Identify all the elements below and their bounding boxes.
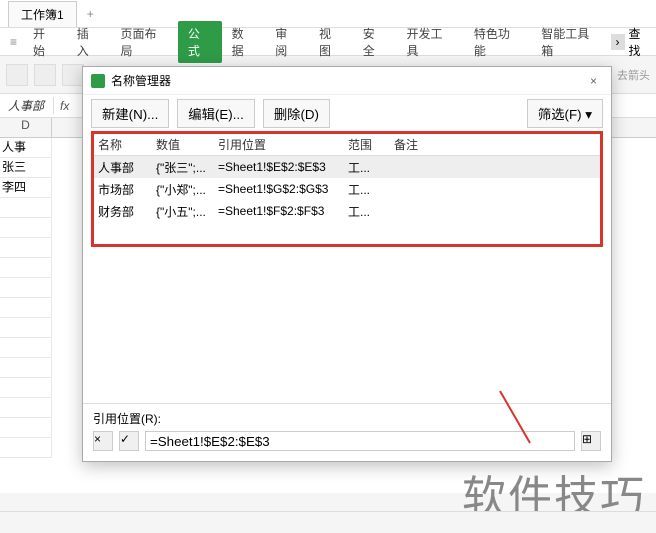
col-scope[interactable]: 范围 <box>348 136 394 153</box>
cell-ref: =Sheet1!$G$2:$G$3 <box>218 182 348 196</box>
edit-button[interactable]: 编辑(E)... <box>177 99 255 128</box>
cell-value: {"张三";... <box>156 159 218 176</box>
cell[interactable] <box>0 278 52 298</box>
tool-icon[interactable] <box>62 64 84 86</box>
ribbon-tab-view[interactable]: 视图 <box>309 21 353 63</box>
name-box[interactable]: 人事部 <box>4 97 54 114</box>
ref-cancel-button[interactable]: × <box>93 431 113 451</box>
cell[interactable] <box>0 298 52 318</box>
col-name[interactable]: 名称 <box>98 136 156 153</box>
tool-icon[interactable] <box>6 64 28 86</box>
faded-label: 去箭头 <box>617 67 650 83</box>
table-row[interactable]: 市场部 {"小郑";... =Sheet1!$G$2:$G$3 工... <box>94 178 600 200</box>
cell[interactable] <box>0 378 52 398</box>
cell[interactable] <box>0 358 52 378</box>
fx-icon[interactable]: fx <box>60 99 69 113</box>
cell-scope: 工... <box>348 159 394 176</box>
cell-ref: =Sheet1!$F$2:$F$3 <box>218 204 348 218</box>
names-table-highlight: 名称 数值 引用位置 范围 备注 人事部 {"张三";... =Sheet1!$… <box>91 131 603 247</box>
cell-scope: 工... <box>348 181 394 198</box>
ribbon-tab-data[interactable]: 数据 <box>222 21 266 63</box>
status-bar <box>0 511 656 533</box>
ref-confirm-button[interactable]: ✓ <box>119 431 139 451</box>
table-row[interactable]: 财务部 {"小五";... =Sheet1!$F$2:$F$3 工... <box>94 200 600 222</box>
cell-name: 财务部 <box>98 203 156 220</box>
reference-section: 引用位置(R): × ✓ ⊞ <box>83 403 611 461</box>
cell[interactable] <box>0 238 52 258</box>
ribbon-tab-pagelayout[interactable]: 页面布局 <box>110 21 177 63</box>
name-manager-dialog: 名称管理器 × 新建(N)... 编辑(E)... 删除(D) 筛选(F) ▾ … <box>82 66 612 462</box>
col-note[interactable]: 备注 <box>394 136 444 153</box>
ribbon-tab-insert[interactable]: 插入 <box>67 21 111 63</box>
close-icon[interactable]: × <box>584 72 603 90</box>
cell-scope: 工... <box>348 203 394 220</box>
delete-button[interactable]: 删除(D) <box>263 99 330 128</box>
cell[interactable]: 人事 <box>0 138 52 158</box>
cell-value: {"小五";... <box>156 203 218 220</box>
cell-name: 人事部 <box>98 159 156 176</box>
table-header: 名称 数值 引用位置 范围 备注 <box>94 134 600 156</box>
cell[interactable] <box>0 198 52 218</box>
ribbon-tab-formula[interactable]: 公式 <box>178 21 222 63</box>
dialog-toolbar: 新建(N)... 编辑(E)... 删除(D) 筛选(F) ▾ <box>83 95 611 131</box>
cell[interactable]: 张三 <box>0 158 52 178</box>
col-value[interactable]: 数值 <box>156 136 218 153</box>
ribbon: ≡ 开始 插入 页面布局 公式 数据 审阅 视图 安全 开发工具 特色功能 智能… <box>0 28 656 56</box>
cell-ref: =Sheet1!$E$2:$E$3 <box>218 160 348 174</box>
app-icon <box>91 74 105 88</box>
range-picker-icon[interactable]: ⊞ <box>581 431 601 451</box>
cell[interactable] <box>0 258 52 278</box>
column-header[interactable]: D <box>0 118 52 137</box>
filter-button[interactable]: 筛选(F) ▾ <box>527 99 603 128</box>
cell-value: {"小郑";... <box>156 181 218 198</box>
ribbon-tab-home[interactable]: 开始 <box>23 21 67 63</box>
cell[interactable] <box>0 398 52 418</box>
table-row[interactable]: 人事部 {"张三";... =Sheet1!$E$2:$E$3 工... <box>94 156 600 178</box>
tool-icon[interactable] <box>34 64 56 86</box>
ribbon-tab-features[interactable]: 特色功能 <box>464 21 531 63</box>
cell[interactable] <box>0 218 52 238</box>
ribbon-tab-review[interactable]: 审阅 <box>265 21 309 63</box>
cell[interactable]: 李四 <box>0 178 52 198</box>
menu-icon[interactable]: ≡ <box>4 31 23 53</box>
cell[interactable] <box>0 338 52 358</box>
dialog-title: 名称管理器 <box>111 72 171 89</box>
col-ref[interactable]: 引用位置 <box>218 136 348 153</box>
reference-input[interactable] <box>145 431 575 451</box>
cell-name: 市场部 <box>98 181 156 198</box>
dialog-titlebar[interactable]: 名称管理器 × <box>83 67 611 95</box>
cell[interactable] <box>0 318 52 338</box>
ribbon-tab-devtools[interactable]: 开发工具 <box>396 21 463 63</box>
chevron-right-icon[interactable]: › <box>611 34 625 50</box>
ribbon-tab-security[interactable]: 安全 <box>353 21 397 63</box>
ribbon-tab-smartbox[interactable]: 智能工具箱 <box>531 21 610 63</box>
dialog-body <box>83 247 611 403</box>
search-label[interactable]: 查找 <box>629 25 652 59</box>
reference-label: 引用位置(R): <box>93 410 601 427</box>
cell[interactable] <box>0 418 52 438</box>
new-button[interactable]: 新建(N)... <box>91 99 169 128</box>
cell[interactable] <box>0 438 52 458</box>
